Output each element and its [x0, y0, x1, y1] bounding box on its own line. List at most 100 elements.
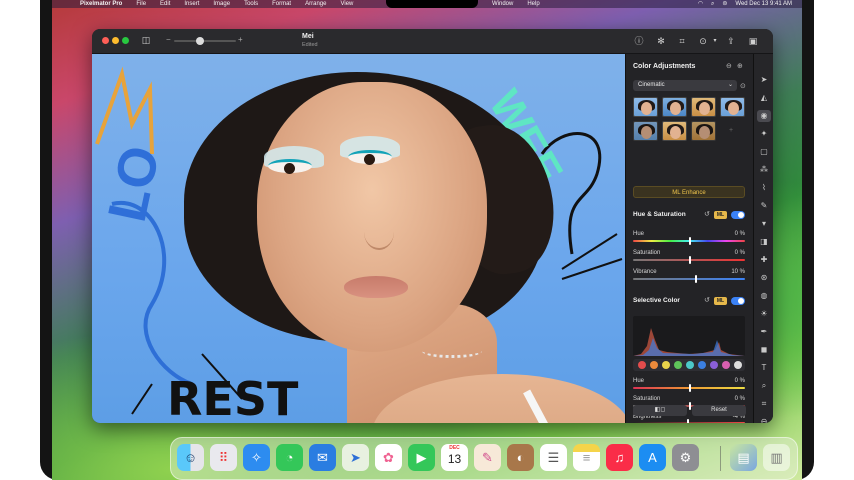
menu-app-name[interactable]: Pixelmator Pro [80, 0, 122, 8]
minimize-window-button[interactable] [112, 37, 119, 44]
facetime-icon[interactable]: ▶ [408, 444, 435, 471]
control-center-icon[interactable]: ⊜ [722, 0, 727, 8]
menu-format[interactable]: Format [272, 0, 291, 8]
effects-tool-icon[interactable]: ✦ [757, 128, 771, 140]
more-options-icon[interactable]: ⊙ [697, 35, 709, 47]
finder-icon[interactable]: ☺ [177, 444, 204, 471]
color-adjust-tool-icon[interactable]: ◉ [757, 110, 771, 122]
sidebar-toggle-icon[interactable]: ◫ [140, 35, 152, 46]
calendar-icon[interactable]: DEC 13 [441, 444, 468, 471]
photos-icon[interactable]: ✿ [375, 444, 402, 471]
preset-thumbnail[interactable] [633, 97, 658, 117]
more-tools-icon[interactable]: ⊖ [757, 416, 771, 423]
saturation-slider[interactable] [633, 256, 745, 264]
blur-tool-icon[interactable]: ◍ [757, 290, 771, 302]
preset-options-icon[interactable]: ⊙ [740, 82, 746, 90]
hue-saturation-toggle[interactable] [731, 211, 745, 219]
type-tool-icon[interactable]: T [757, 362, 771, 374]
color-histogram[interactable] [633, 316, 745, 356]
pen-tool-icon[interactable]: ✎ [757, 200, 771, 212]
wand-tool-icon[interactable]: ⁂ [757, 164, 771, 176]
vibrance-slider[interactable] [633, 275, 745, 283]
wifi-icon[interactable]: ◠ [698, 0, 703, 8]
selective-hue-slider[interactable] [633, 384, 745, 392]
saturation-slider-thumb[interactable] [689, 256, 691, 264]
maps-icon[interactable]: ➤ [342, 444, 369, 471]
shapes-tool-icon[interactable]: ◼ [757, 344, 771, 356]
reset-button[interactable]: Reset [692, 405, 746, 416]
swatch-red[interactable] [638, 361, 646, 369]
info-icon[interactable]: ⓘ [633, 35, 645, 47]
swatch-green[interactable] [674, 361, 682, 369]
arrow-tool-icon[interactable]: ➤ [757, 74, 771, 86]
menu-help[interactable]: Help [527, 0, 539, 8]
clone-tool-icon[interactable]: ⊛ [757, 272, 771, 284]
preset-thumbnail[interactable] [662, 97, 687, 117]
ml-badge[interactable]: ML [714, 211, 727, 219]
mail-icon[interactable]: ✉ [309, 444, 336, 471]
menu-arrange[interactable]: Arrange [305, 0, 326, 8]
preset-thumbnail[interactable] [691, 97, 716, 117]
launchpad-icon[interactable]: ⠿ [210, 444, 237, 471]
share-icon[interactable]: ⇪ [725, 35, 737, 47]
downloads-stack-icon[interactable]: ▤ [730, 444, 757, 471]
safari-icon[interactable]: ✧ [243, 444, 270, 471]
selective-saturation-slider-thumb[interactable] [689, 402, 691, 410]
retouch-tool-icon[interactable]: ✚ [757, 254, 771, 266]
light-tool-icon[interactable]: ☀ [757, 308, 771, 320]
menu-window[interactable]: Window [492, 0, 513, 8]
pixelmator-pro-icon[interactable]: ✎ [474, 444, 501, 471]
crop-icon[interactable]: ⌗ [676, 35, 688, 47]
zoom-slider-thumb[interactable] [196, 37, 204, 45]
preset-thumbnail[interactable] [691, 121, 716, 141]
crop-tool-icon[interactable]: ⌗ [757, 398, 771, 410]
swatch-orange[interactable] [650, 361, 658, 369]
image-canvas[interactable]: LO WEE REST [92, 54, 625, 423]
menu-image[interactable]: Image [213, 0, 230, 8]
close-window-button[interactable] [102, 37, 109, 44]
reminders-icon[interactable]: ☰ [540, 444, 567, 471]
fill-tool-icon[interactable]: ▾ [757, 218, 771, 230]
swatch-cyan[interactable] [686, 361, 694, 369]
panel-options-icon[interactable]: ⊖ [726, 62, 732, 70]
menu-clock[interactable]: Wed Dec 13 9:41 AM [735, 0, 792, 8]
swatch-white[interactable] [734, 361, 742, 369]
eraser-tool-icon[interactable]: ◨ [757, 236, 771, 248]
system-settings-icon[interactable]: ⚙ [672, 444, 699, 471]
swatch-purple[interactable] [710, 361, 718, 369]
zoom-out-icon[interactable]: − [166, 35, 171, 44]
music-icon[interactable]: ♫ [606, 444, 633, 471]
contacts-icon[interactable]: ◐ [507, 444, 534, 471]
swatch-yellow[interactable] [662, 361, 670, 369]
preset-thumbnail[interactable] [633, 121, 658, 141]
selective-hue-slider-thumb[interactable] [689, 384, 691, 392]
vector-pen-icon[interactable]: ✒ [757, 326, 771, 338]
menu-tools[interactable]: Tools [244, 0, 258, 8]
reset-adjustment-icon[interactable]: ↺ [704, 210, 710, 218]
hue-slider[interactable] [633, 237, 745, 245]
menu-file[interactable]: File [136, 0, 146, 8]
add-preset-icon[interactable]: + [729, 127, 733, 134]
menu-view[interactable]: View [340, 0, 353, 8]
swatch-blue[interactable] [698, 361, 706, 369]
effects-icon[interactable]: ✻ [655, 35, 667, 47]
brush-tool-icon[interactable]: ⌇ [757, 182, 771, 194]
chevron-down-icon[interactable]: ▾ [709, 35, 721, 47]
preset-dropdown[interactable]: Cinematic ⌄ [633, 80, 737, 91]
ml-enhance-button[interactable]: ML Enhance [633, 186, 745, 198]
search-icon[interactable]: ⌕ [711, 0, 714, 8]
zoom-in-icon[interactable]: + [238, 35, 243, 44]
selection-tool-icon[interactable]: ▢ [757, 146, 771, 158]
menu-edit[interactable]: Edit [160, 0, 170, 8]
reset-adjustment-icon[interactable]: ↺ [704, 296, 710, 304]
preset-thumbnail[interactable] [720, 97, 745, 117]
zoom-slider[interactable] [174, 37, 236, 45]
trash-icon[interactable]: ▥ [763, 444, 790, 471]
compare-button[interactable]: ◧◻ [633, 405, 687, 416]
selective-color-toggle[interactable] [731, 297, 745, 305]
selective-brightness-slider-thumb[interactable] [686, 419, 689, 423]
swatch-magenta[interactable] [722, 361, 730, 369]
messages-icon[interactable]: ◔ [276, 444, 303, 471]
zoom-tool-icon[interactable]: ⌕ [757, 380, 771, 392]
panel-toggle-icon[interactable]: ▣ [747, 35, 759, 47]
